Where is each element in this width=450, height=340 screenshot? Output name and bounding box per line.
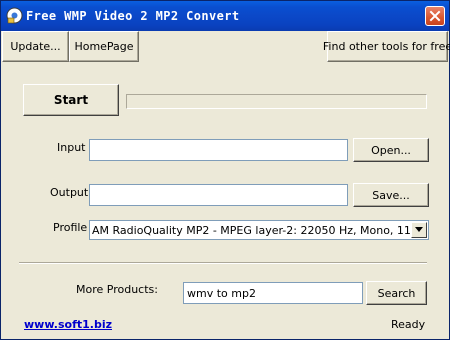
save-button[interactable]: Save... — [353, 183, 429, 207]
output-label: Output — [50, 186, 89, 199]
divider — [19, 262, 427, 264]
output-field[interactable] — [89, 184, 348, 206]
chevron-down-icon — [415, 227, 423, 232]
app-icon[interactable] — [6, 7, 23, 24]
input-field[interactable] — [89, 139, 348, 161]
open-button[interactable]: Open... — [353, 138, 429, 162]
close-icon — [429, 10, 441, 22]
update-button[interactable]: Update... — [2, 31, 69, 62]
homepage-button[interactable]: HomePage — [69, 31, 139, 62]
progress-bar — [126, 94, 427, 109]
input-label: Input — [57, 141, 86, 154]
search-button[interactable]: Search — [366, 281, 427, 305]
website-link[interactable]: www.soft1.biz — [24, 318, 112, 331]
close-button[interactable] — [425, 6, 445, 26]
product-search-input[interactable]: wmv to mp2 — [183, 282, 363, 304]
profile-select[interactable]: AM RadioQuality MP2 - MPEG layer-2: 2205… — [89, 220, 429, 240]
app-window: Free WMP Video 2 MP2 Convert Update... H… — [0, 0, 450, 340]
profile-dropdown-button[interactable] — [411, 222, 427, 238]
status-text: Ready — [391, 318, 426, 331]
start-button[interactable]: Start — [23, 84, 119, 116]
window-title: Free WMP Video 2 MP2 Convert — [26, 9, 240, 23]
title-bar[interactable]: Free WMP Video 2 MP2 Convert — [1, 1, 449, 31]
find-other-tools-button[interactable]: Find other tools for free — [323, 31, 450, 62]
profile-selected-value: AM RadioQuality MP2 - MPEG layer-2: 2205… — [92, 224, 410, 237]
profile-label: Profile — [53, 221, 88, 234]
more-products-label: More Products: — [76, 283, 158, 296]
